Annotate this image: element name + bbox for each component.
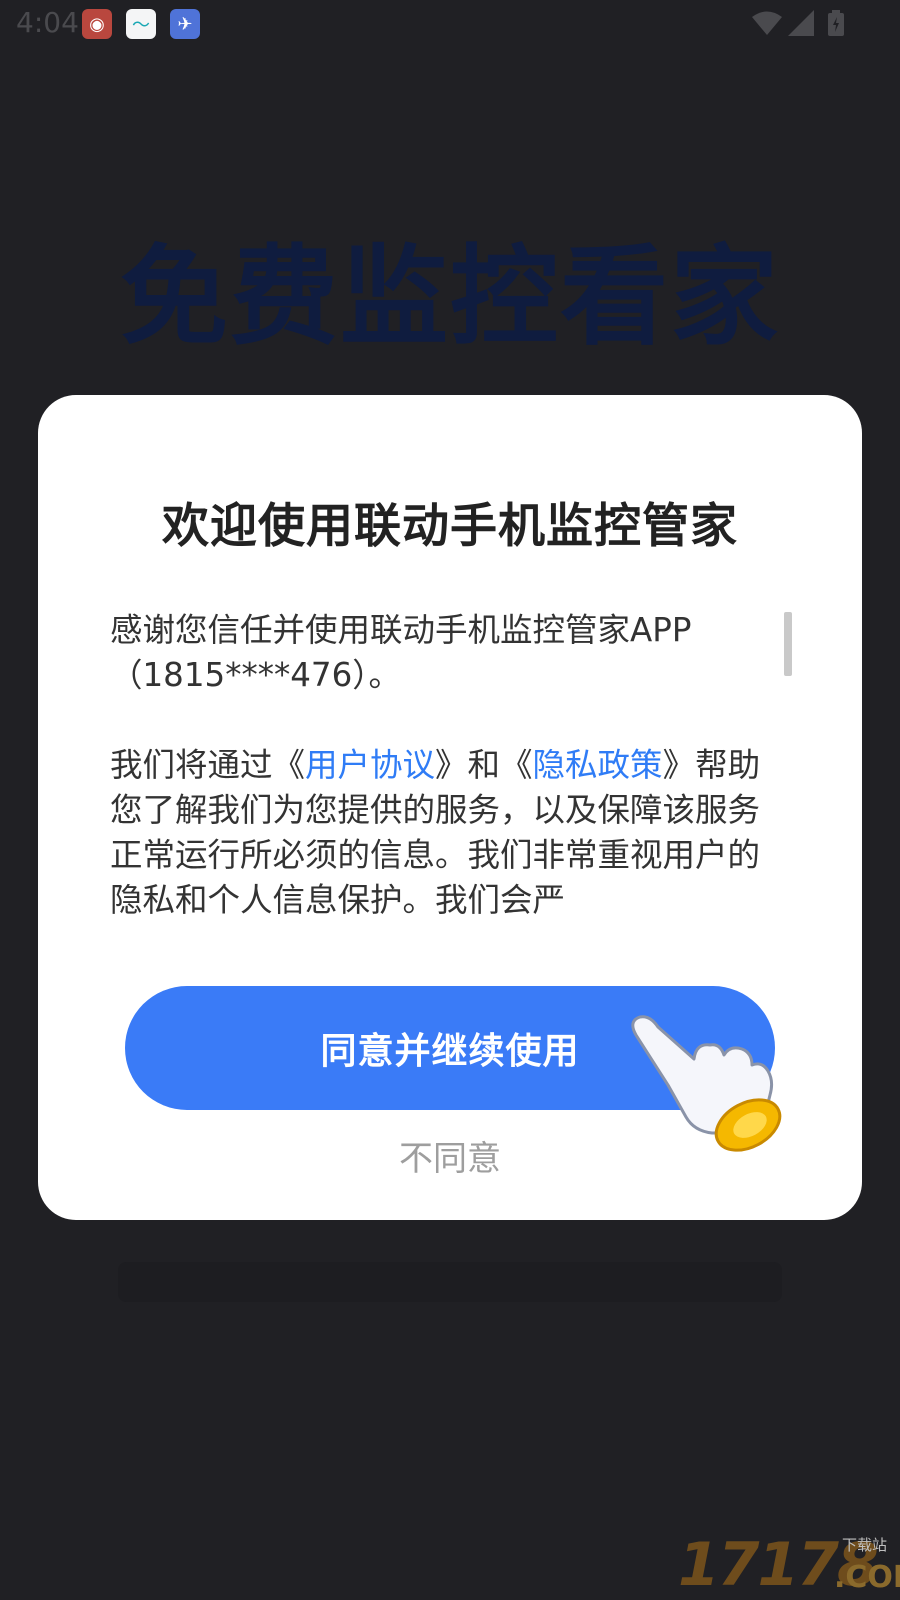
dialog-paragraph-2: 我们将通过《用户协议》和《隐私政策》帮助您了解我们为您提供的服务，以及保障该服务… <box>110 743 790 923</box>
dialog-paragraph-1: 感谢您信任并使用联动手机监控管家APP（1815****476）。 <box>110 611 692 694</box>
privacy-policy-link[interactable]: 隐私政策 <box>533 746 663 784</box>
app-wave-icon: 〜 <box>126 9 156 39</box>
battery-charging-icon <box>828 10 844 36</box>
site-watermark: 17178 下载站 .COM <box>678 1530 900 1600</box>
dialog-content[interactable]: 感谢您信任并使用联动手机监控管家APP（1815****476）。 我们将通过《… <box>110 608 790 926</box>
background-title: 免费监控看家 <box>119 235 780 360</box>
background-bar <box>118 1262 782 1302</box>
paragraph-prefix: 我们将通过《 <box>110 746 306 784</box>
agree-button-label: 同意并继续使用 <box>320 1031 580 1072</box>
app-bird-icon: ✈ <box>170 9 200 39</box>
signal-icon <box>788 10 814 36</box>
dialog-title: 欢迎使用联动手机监控管家 <box>162 499 738 554</box>
watermark-domain: .COM <box>834 1560 900 1595</box>
user-agreement-link[interactable]: 用户协议 <box>305 746 435 784</box>
paragraph-middle: 》和《 <box>435 746 533 784</box>
weibo-icon: ◉ <box>82 9 112 39</box>
wifi-icon <box>752 11 782 35</box>
scrollbar-thumb[interactable] <box>784 612 792 676</box>
status-bar: 4:04 ◉ 〜 ✈ <box>0 0 900 48</box>
disagree-button[interactable]: 不同意 <box>38 1131 862 1180</box>
watermark-small: 下载站 <box>842 1536 888 1554</box>
privacy-dialog: 欢迎使用联动手机监控管家 感谢您信任并使用联动手机监控管家APP（1815***… <box>38 395 862 1220</box>
status-time: 4:04 <box>16 6 79 39</box>
